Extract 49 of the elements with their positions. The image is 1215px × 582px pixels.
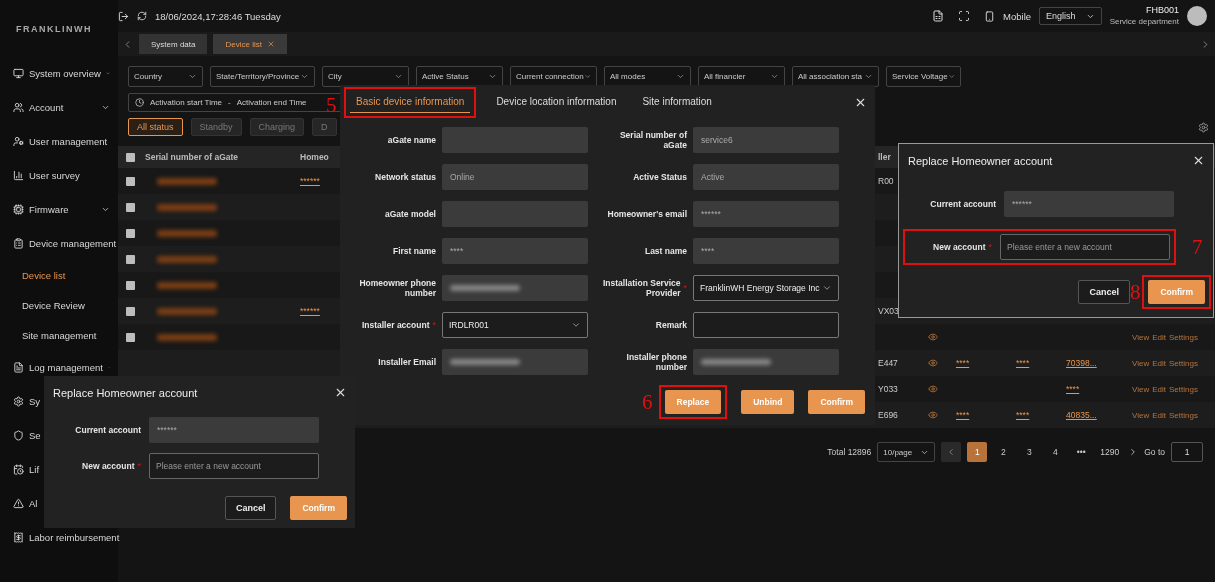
table-cell: Y033 [878, 384, 898, 394]
field-label: Homeowner phone number [358, 277, 436, 298]
goto-label: Go to [1144, 447, 1165, 457]
field-label: Current account [930, 199, 996, 209]
table-cell: E696 [878, 410, 898, 420]
required-mark: * [137, 461, 141, 471]
datetime: 18/06/2024,17:28:46 Tuesday [155, 10, 281, 22]
dialog-title: Replace Homeowner account [53, 386, 198, 399]
field-label: Installer account [361, 319, 430, 330]
table-cell: R00 [878, 176, 894, 186]
field-label: Installer Email [378, 356, 436, 367]
field-label: New account [82, 461, 135, 471]
user-department: Service department [1109, 16, 1179, 27]
total-count: Total 12896 [827, 447, 872, 457]
readonly-field: Online [442, 163, 588, 190]
readonly-field: ****** [1004, 191, 1174, 217]
field-label: Current account [75, 425, 141, 435]
readonly-field: service6 [693, 126, 839, 153]
field-label: Installation Service Provider [602, 277, 681, 298]
column-header: Serial number of aGate [145, 152, 239, 162]
callout-number: 7 [1192, 236, 1203, 258]
required-mark: * [988, 242, 992, 252]
field-label: Serial number of aGate [618, 129, 687, 150]
user-name: FHB001 [1145, 5, 1179, 16]
field-label: Homeowner's email [607, 208, 687, 219]
readonly-field: ****** [149, 417, 319, 443]
field-label: Active Status [633, 171, 687, 182]
readonly-field: **** [442, 237, 588, 264]
field-label: Last name [644, 245, 687, 256]
readonly-field: **** [693, 237, 839, 264]
field-label: Network status [375, 171, 436, 182]
field-label: First name [393, 245, 436, 256]
readonly-field: Active [693, 163, 839, 190]
column-header: Homeo [300, 152, 329, 162]
required-mark: * [432, 319, 436, 330]
field-label: aGate model [384, 208, 436, 219]
logo: FRANKLINWH [15, 23, 93, 36]
callout-number: 8 [1129, 281, 1141, 303]
field-label: aGate name [387, 134, 436, 145]
readonly-field: ****** [693, 200, 839, 227]
field-label: Remark [655, 319, 687, 330]
dialog-title: Replace Homeowner account [908, 154, 1053, 167]
table-cell: E447 [878, 358, 898, 368]
field-label: New account [933, 242, 986, 252]
table-cell: VX03 [878, 306, 899, 316]
required-mark: * [683, 282, 687, 293]
callout-number: 6 [642, 391, 653, 413]
field-label: Installer phone number [625, 351, 687, 372]
column-header: ller [878, 152, 891, 162]
